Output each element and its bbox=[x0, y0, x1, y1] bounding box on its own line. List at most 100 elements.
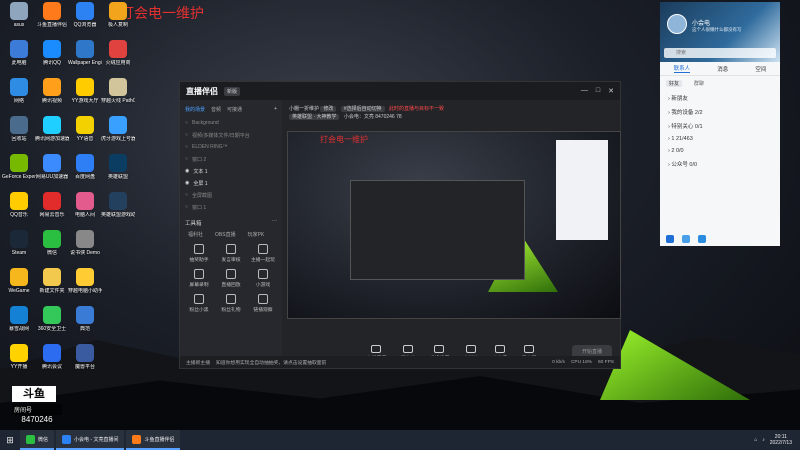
desktop-icon[interactable]: Wallpaper Engine... bbox=[68, 40, 102, 66]
clock[interactable]: 20:11 2022/7/13 bbox=[770, 434, 792, 446]
contact-group[interactable]: › 2 0/0 bbox=[660, 145, 780, 157]
toolbox-more-icon[interactable]: ⋯ bbox=[272, 219, 278, 227]
visibility-icon[interactable]: ○ bbox=[185, 156, 188, 162]
desktop-icon[interactable]: 极人复制 bbox=[101, 2, 135, 28]
desktop-icon[interactable]: 暴雪战网 bbox=[2, 306, 36, 332]
desktop-icon[interactable]: Steam bbox=[2, 230, 36, 256]
contact-group[interactable]: › 1 21/463 bbox=[660, 133, 780, 145]
tab-connect[interactable]: 可接通 bbox=[227, 106, 242, 113]
tab-messages[interactable]: 消息 bbox=[717, 65, 728, 73]
contact-group[interactable]: › 我的设备 2/2 bbox=[660, 105, 780, 119]
tool-button[interactable]: 小游戏 bbox=[248, 269, 278, 288]
desktop-icon[interactable]: WeGame bbox=[2, 268, 36, 294]
taskbar-app[interactable]: 斗鱼直播伴侣 bbox=[126, 430, 181, 450]
desktop-icon[interactable]: YY开播 bbox=[2, 344, 36, 370]
source-row[interactable]: ○ 视频/多媒体文件/日期平台 bbox=[185, 129, 277, 141]
desktop-icon[interactable]: 腾讯会议 bbox=[35, 344, 69, 370]
contact-group[interactable]: › 公众号 0/0 bbox=[660, 157, 780, 171]
desktop-icon[interactable]: YY游戏大厅 bbox=[68, 78, 102, 104]
desktop-icon[interactable]: 魔兽平台 bbox=[68, 344, 102, 370]
source-row[interactable]: ◉ 全屏 1 bbox=[185, 177, 277, 189]
stream-app-window[interactable]: 直播伴侣 新版 — □ ✕ 我的场景 音频 可接通 + ○ Background ○… bbox=[179, 81, 621, 369]
desktop-icon[interactable]: 斗鱼直播伴侣 bbox=[35, 2, 69, 28]
desktop-icon[interactable]: 百度网盘 bbox=[68, 154, 102, 180]
windows-start-icon[interactable]: ⊞ bbox=[0, 435, 20, 446]
tab-welfare[interactable]: 福利社 bbox=[188, 231, 203, 238]
category-tag[interactable]: 英雄联盟 · 大神教学 bbox=[289, 114, 340, 120]
desktop-icon[interactable]: 虎牙游戏上号器 bbox=[101, 116, 135, 142]
tab-pk[interactable]: 玩家PK bbox=[248, 231, 265, 238]
volume-icon[interactable]: ♪ bbox=[762, 437, 765, 443]
desktop-icon[interactable]: 网易UU加速器 bbox=[35, 154, 69, 180]
visibility-icon[interactable]: ◉ bbox=[185, 180, 189, 186]
tool-button[interactable]: 屏幕录制 bbox=[184, 269, 214, 288]
source-row[interactable]: ○ 全屏截图 bbox=[185, 189, 277, 201]
desktop-icon[interactable]: QQ浏览器 bbox=[68, 2, 102, 28]
tool-button[interactable]: 直播回放 bbox=[216, 269, 246, 288]
source-row[interactable]: ○ 窗口 2 bbox=[185, 153, 277, 165]
visibility-icon[interactable]: ○ bbox=[185, 120, 188, 126]
maximize-icon[interactable]: □ bbox=[596, 87, 600, 95]
qq-footer-icon[interactable] bbox=[666, 235, 674, 243]
contact-group[interactable]: › 新朋友 bbox=[660, 91, 780, 105]
visibility-icon[interactable]: ◉ bbox=[185, 168, 189, 174]
desktop-icon[interactable]: 网易云音乐 bbox=[35, 192, 69, 218]
source-row[interactable]: ◉ 文本 1 bbox=[185, 165, 277, 177]
tab-contacts[interactable]: 联系人 bbox=[673, 64, 691, 73]
version-badge[interactable]: 新版 bbox=[224, 86, 241, 96]
desktop-icon[interactable]: GeForce Experience bbox=[2, 154, 36, 180]
desktop-icon[interactable]: YY语音 bbox=[68, 116, 102, 142]
search-input[interactable]: 搜索 bbox=[664, 48, 776, 58]
desktop-icon[interactable]: 回收站 bbox=[2, 116, 36, 142]
taskbar-app[interactable]: 微信 bbox=[20, 430, 55, 450]
desktop-icon[interactable]: 此电脑 bbox=[2, 40, 36, 66]
desktop-icon[interactable]: 穿越火线 PathOfWa... bbox=[101, 78, 135, 104]
desktop-icon[interactable]: 电脑人间 bbox=[68, 192, 102, 218]
tool-button[interactable]: 粉丝小黑 bbox=[184, 294, 214, 313]
visibility-icon[interactable]: ○ bbox=[185, 132, 188, 138]
tab-my-scenes[interactable]: 我的场景 bbox=[185, 106, 205, 113]
stream-preview[interactable]: 打会电一维护 bbox=[287, 131, 621, 319]
desktop-icon[interactable]: 腾讯视频 bbox=[35, 78, 69, 104]
taskbar-app[interactable]: 小会电 - 文亮直播间 bbox=[56, 430, 125, 450]
status-notice[interactable]: 知道你想用实现全自动抽抽奖，请点击设置抽取面前 bbox=[216, 359, 326, 366]
tab-obs[interactable]: OBS直播 bbox=[215, 231, 236, 238]
close-icon[interactable]: ✕ bbox=[608, 87, 614, 95]
desktop-icon[interactable]: 英雄联盟游戏助手 bbox=[101, 192, 135, 218]
add-scene-button[interactable]: + bbox=[274, 106, 277, 113]
desktop-icon[interactable]: 网络 bbox=[2, 78, 36, 104]
desktop-icon[interactable]: 新建文件夹 bbox=[35, 268, 69, 294]
tab-space[interactable]: 空间 bbox=[755, 65, 766, 73]
desktop-icon[interactable]: 微信 bbox=[35, 230, 69, 256]
tab-friends[interactable]: 好友 bbox=[666, 80, 683, 87]
desktop-icon[interactable]: asus bbox=[2, 2, 36, 28]
qq-footer-icon[interactable] bbox=[698, 235, 706, 243]
desktop-icon[interactable]: 英雄联盟 bbox=[101, 154, 135, 180]
desktop-icon[interactable]: 360安全卫士 bbox=[35, 306, 69, 332]
edit-title-button[interactable]: 修改 bbox=[320, 106, 337, 112]
desktop-icon[interactable]: 腾讯QQ bbox=[35, 40, 69, 66]
tool-button[interactable]: 主播一起玩 bbox=[248, 244, 278, 263]
desktop-icon[interactable]: QQ音乐 bbox=[2, 192, 36, 218]
avatar[interactable] bbox=[667, 14, 687, 34]
notice-tag[interactable]: #选择后自动切换 bbox=[340, 106, 385, 112]
minimize-icon[interactable]: — bbox=[581, 87, 588, 95]
visibility-icon[interactable]: ○ bbox=[185, 144, 188, 150]
tool-button[interactable]: 抽奖助手 bbox=[184, 244, 214, 263]
app-titlebar[interactable]: 直播伴侣 新版 — □ ✕ bbox=[180, 82, 620, 100]
desktop-icon[interactable]: 穿越电脑小助手4 bbox=[68, 268, 102, 294]
tool-button[interactable]: 发言审核 bbox=[216, 244, 246, 263]
desktop-icon[interactable]: 腾讯网游加速器 bbox=[35, 116, 69, 142]
qq-signature[interactable]: 这个人很懒什么都没有写 bbox=[692, 27, 742, 33]
qq-main-panel[interactable]: 小会电 这个人很懒什么都没有写 搜索 联系人 消息 空间 好友 群聊 › 新朋友… bbox=[660, 2, 780, 246]
source-row[interactable]: ○ ELDEN RING™ bbox=[185, 141, 277, 153]
source-row[interactable]: ○ 窗口 1 bbox=[185, 201, 277, 213]
source-row[interactable]: ○ Background bbox=[185, 117, 277, 129]
tab-groups[interactable]: 群聊 bbox=[694, 80, 704, 87]
tool-button[interactable]: 粉丝礼物 bbox=[216, 294, 246, 313]
qq-footer-icon[interactable] bbox=[682, 235, 690, 243]
contact-group[interactable]: › 特别关心 0/1 bbox=[660, 119, 780, 133]
visibility-icon[interactable]: ○ bbox=[185, 192, 188, 198]
desktop-icon[interactable]: 火绒应用商 bbox=[101, 40, 135, 66]
tab-audio[interactable]: 音频 bbox=[211, 106, 221, 113]
